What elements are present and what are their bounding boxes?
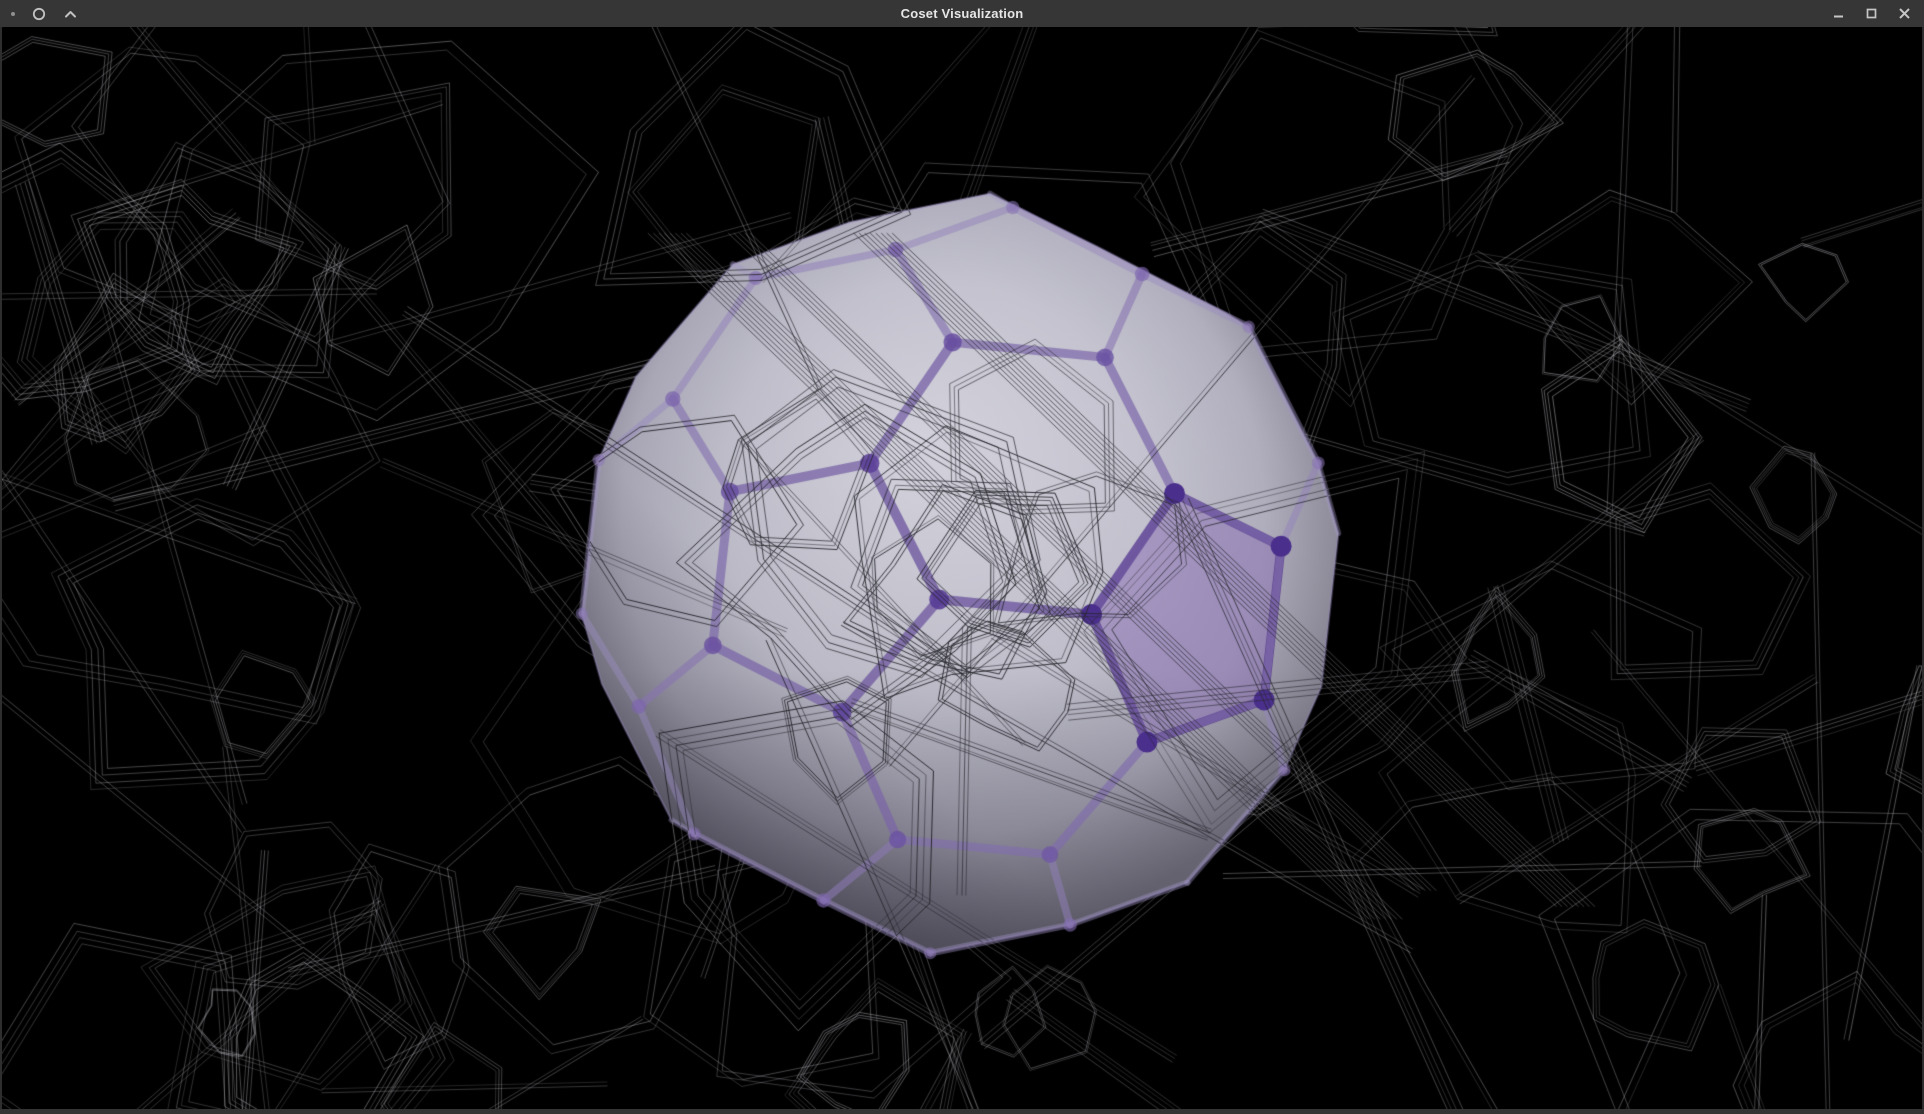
maximize-icon [1864, 6, 1879, 21]
chevron-up-icon[interactable] [63, 7, 78, 21]
window-title: Coset Visualization [0, 0, 1924, 27]
window-bottom-border [0, 1109, 1924, 1114]
window-controls [1829, 4, 1924, 23]
maximize-button[interactable] [1862, 4, 1881, 23]
viewport [0, 27, 1924, 1109]
app-window: Coset Visualization [0, 0, 1924, 1114]
minimize-button[interactable] [1829, 4, 1848, 23]
titlebar-left-icons [0, 7, 78, 21]
close-icon [1897, 6, 1912, 21]
viewport-canvas[interactable] [2, 27, 1922, 1109]
circle-icon[interactable] [32, 7, 46, 21]
indicator-dot-icon [11, 12, 15, 16]
close-button[interactable] [1895, 4, 1914, 23]
titlebar: Coset Visualization [0, 0, 1924, 27]
minimize-icon [1831, 6, 1846, 21]
